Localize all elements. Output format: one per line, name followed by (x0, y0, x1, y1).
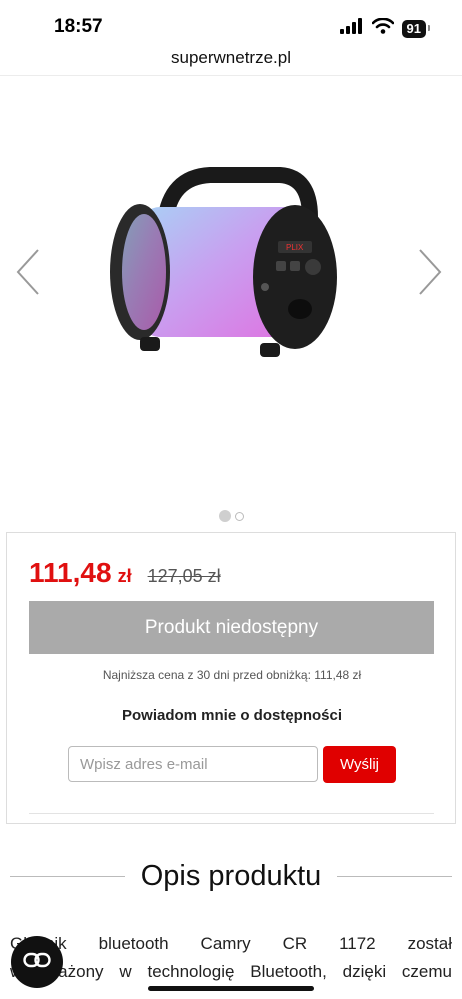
url-bar[interactable]: superwnetrze.pl (0, 48, 462, 76)
price-currency: zł (117, 566, 132, 586)
product-image: PLIX (100, 137, 360, 397)
signal-icon (339, 18, 364, 39)
description-line: Głośnik bluetooth Camry CR 1172 został (10, 934, 452, 953)
description-heading: Opis produktu (0, 860, 462, 893)
status-bar: 18:57 91 (0, 0, 462, 50)
buy-box: 111,48 zł 127,05 zł Produkt niedostępny … (6, 532, 456, 824)
status-icons: 91 (339, 17, 431, 39)
lowest-price-note: Najniższa cena z 30 dni przed obniżką: 1… (102, 668, 362, 682)
heading-line-left (10, 876, 125, 877)
heading-line-right (337, 876, 453, 877)
product-gallery: PLIX (0, 77, 462, 527)
email-input[interactable]: Wpisz adres e-mail (68, 746, 318, 782)
gallery-pagination (0, 510, 462, 522)
description-text: Głośnik bluetooth Camry CR 1172 został w… (10, 930, 452, 986)
battery-icon: 91 (401, 19, 431, 38)
wifi-icon (371, 17, 394, 39)
old-price: 127,05 zł (147, 566, 221, 586)
price-row: 111,48 zł 127,05 zł (29, 557, 221, 589)
notify-title: Powiadom mnie o dostępności (121, 707, 343, 724)
gallery-dot-active[interactable] (218, 510, 231, 522)
send-button[interactable]: Wyślij (323, 746, 396, 783)
unavailable-button[interactable]: Produkt niedostępny (29, 601, 434, 654)
description-line: wyposażony w technologię Bluetooth, dzię… (10, 962, 452, 981)
link-icon (23, 952, 51, 973)
divider (29, 813, 434, 814)
home-indicator (148, 986, 314, 991)
current-price: 111,48 (29, 557, 112, 588)
chat-button[interactable] (11, 936, 63, 988)
gallery-dot[interactable] (234, 511, 244, 521)
description-title: Opis produktu (140, 860, 322, 892)
svg-text:PLIX: PLIX (286, 243, 304, 252)
chevron-right-icon[interactable] (414, 247, 444, 297)
chevron-left-icon[interactable] (14, 247, 44, 297)
status-time: 18:57 (54, 16, 103, 37)
